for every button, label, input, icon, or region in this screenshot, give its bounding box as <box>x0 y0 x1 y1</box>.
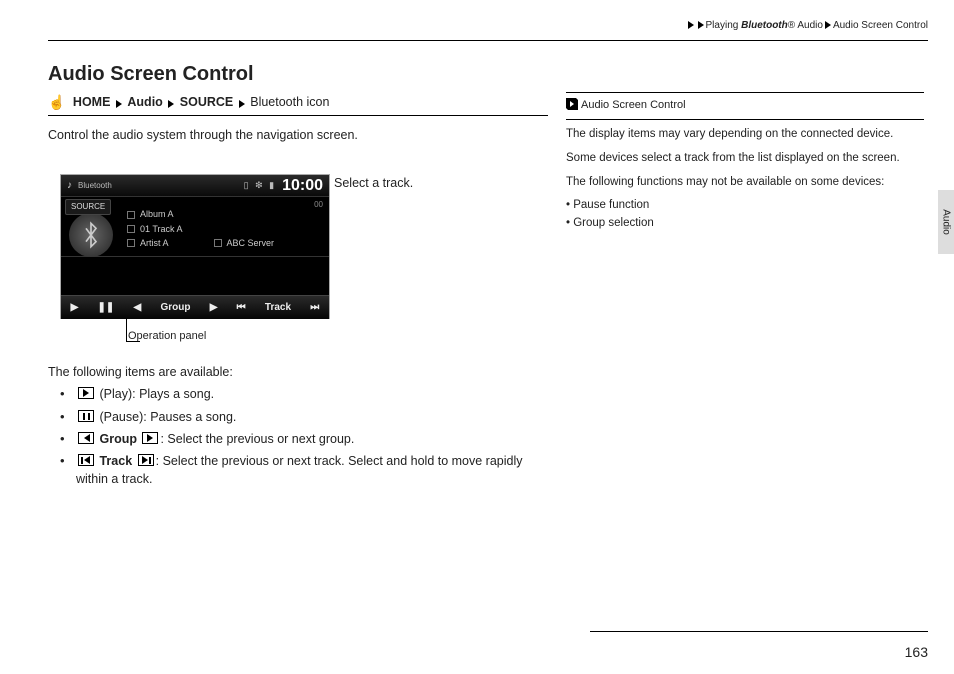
footer-divider <box>590 631 928 632</box>
track-next-icon[interactable]: ⏭ <box>306 301 323 316</box>
chevron-right-icon <box>237 94 247 112</box>
left-arrow-icon <box>78 432 94 444</box>
track-icon <box>127 225 135 233</box>
item-pause: (Pause): Pauses a song. <box>64 408 548 426</box>
side-note-limits: The following functions may not be avail… <box>566 174 924 192</box>
server-icon <box>214 239 222 247</box>
callout-operation-panel: Operation panel <box>128 329 548 345</box>
group-prev-icon[interactable]: ◀ <box>130 301 146 316</box>
mode-label: Bluetooth <box>78 180 112 192</box>
header-extra: 00 <box>314 199 323 211</box>
music-note-icon <box>67 179 72 194</box>
track-next-icon <box>138 454 154 466</box>
pause-icon[interactable]: ❚❚ <box>94 301 119 316</box>
play-icon <box>78 387 94 399</box>
item-group: Group : Select the previous or next grou… <box>64 430 548 448</box>
side-note-select: Some devices select a track from the lis… <box>566 150 924 168</box>
hand-icon: ☝ <box>48 92 65 112</box>
chevron-right-icon <box>114 94 124 112</box>
pause-icon <box>78 410 94 422</box>
callout-select-track: Select a track. <box>334 174 413 192</box>
audio-screen-mock: Bluetooth ▯ ❇ ▮ 10:00 SOURCE 00 Album A <box>60 174 330 319</box>
bluetooth-icon <box>69 213 113 257</box>
side-heading: Audio Screen Control <box>566 97 924 120</box>
section-tab: Audio <box>938 190 954 254</box>
track-prev-icon <box>78 454 94 466</box>
chevron-right-icon <box>166 94 176 112</box>
main-column: ☝ HOME Audio SOURCE Bluetooth icon Contr… <box>48 92 566 492</box>
navigation-path: ☝ HOME Audio SOURCE Bluetooth icon <box>48 92 548 116</box>
side-column: Audio Screen Control The display items m… <box>566 92 924 233</box>
album-icon <box>127 211 135 219</box>
group-label: Group <box>156 301 194 316</box>
track-info: Album A 01 Track A Artist A ABC Server <box>127 207 274 252</box>
limit-pause: Pause function <box>566 197 924 215</box>
play-pause-icon[interactable]: ▶ <box>67 301 83 316</box>
info-icon <box>566 98 578 116</box>
artist-icon <box>127 239 135 247</box>
status-icons: ▯ ❇ ▮ <box>244 179 276 192</box>
operation-panel[interactable]: ▶ ❚❚ ◀ Group ▶ ⏮ Track ⏭ <box>61 295 329 319</box>
items-intro: The following items are available: <box>48 363 548 381</box>
source-button[interactable]: SOURCE <box>65 199 111 215</box>
page-number: 163 <box>905 644 928 660</box>
item-play: (Play): Plays a song. <box>64 385 548 403</box>
page-title: Audio Screen Control <box>48 63 928 86</box>
top-divider <box>48 40 928 41</box>
limit-group: Group selection <box>566 215 924 233</box>
track-label: Track <box>261 301 295 316</box>
intro-paragraph: Control the audio system through the nav… <box>48 126 548 144</box>
clock: 10:00 <box>282 174 323 197</box>
right-arrow-icon <box>142 432 158 444</box>
track-prev-icon[interactable]: ⏮ <box>233 301 250 316</box>
group-next-icon[interactable]: ▶ <box>206 301 222 316</box>
side-note-variation: The display items may vary depending on … <box>566 126 924 144</box>
item-track: Track : Select the previous or next trac… <box>64 452 548 488</box>
leader-line <box>126 318 127 342</box>
